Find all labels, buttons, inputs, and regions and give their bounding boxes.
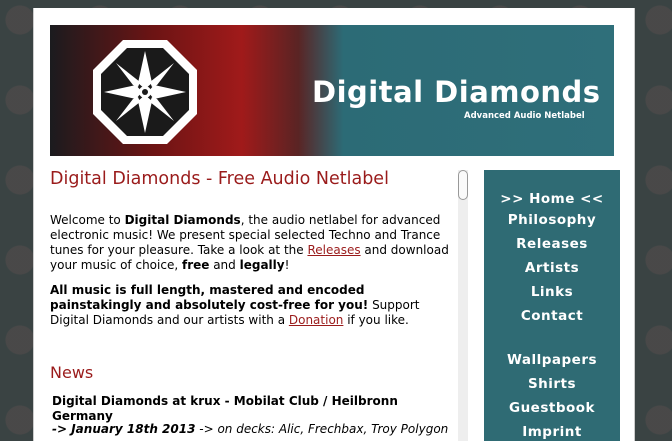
intro-bold-legally: legally bbox=[239, 258, 285, 272]
news-heading: News bbox=[50, 363, 94, 382]
releases-link[interactable]: Releases bbox=[307, 243, 360, 257]
news-item-title: Digital Diamonds at krux - Mobilat Club … bbox=[52, 394, 398, 423]
diamond-logo-icon bbox=[90, 37, 200, 147]
nav-item-links[interactable]: Links bbox=[484, 284, 620, 300]
nav-item-releases[interactable]: Releases bbox=[484, 236, 620, 252]
main-content: Digital Diamonds - Free Audio Netlabel W… bbox=[50, 168, 454, 441]
donation-link[interactable]: Donation bbox=[289, 313, 344, 327]
intro-text: and bbox=[209, 258, 240, 272]
nav-item-wallpapers[interactable]: Wallpapers bbox=[484, 352, 620, 368]
intro-text: Welcome to bbox=[50, 213, 125, 227]
intro-bold-free: free bbox=[181, 258, 210, 272]
support-paragraph: All music is full length, mastered and e… bbox=[50, 283, 454, 328]
intro-paragraph: Welcome to Digital Diamonds, the audio n… bbox=[50, 213, 454, 273]
site-subtitle: Advanced Audio Netlabel bbox=[464, 111, 585, 121]
scrollbar-thumb[interactable] bbox=[458, 170, 468, 200]
nav-item-contact[interactable]: Contact bbox=[484, 308, 620, 324]
page-title: Digital Diamonds - Free Audio Netlabel bbox=[50, 169, 389, 189]
support-text: if you like. bbox=[343, 313, 409, 327]
news-item-date: -> January 18th 2013 bbox=[52, 422, 196, 436]
news-item-lineup: -> on decks: Alic, Frechbax, Troy Polygo… bbox=[195, 422, 449, 436]
news-item-detail: -> January 18th 2013 -> on decks: Alic, … bbox=[52, 422, 448, 437]
header-banner[interactable]: Digital Diamonds Advanced Audio Netlabel bbox=[50, 25, 614, 156]
nav-item-guestbook[interactable]: Guestbook bbox=[484, 400, 620, 416]
nav-item-imprint[interactable]: Imprint bbox=[484, 424, 620, 440]
nav-item-shirts[interactable]: Shirts bbox=[484, 376, 620, 392]
nav-item-philosophy[interactable]: Philosophy bbox=[484, 212, 620, 228]
intro-text: ! bbox=[284, 258, 290, 272]
support-bold-text: All music is full length, mastered and e… bbox=[50, 283, 369, 312]
nav-item-home[interactable]: >> Home << bbox=[484, 191, 620, 207]
nav-item-artists[interactable]: Artists bbox=[484, 260, 620, 276]
intro-bold-name: Digital Diamonds bbox=[124, 213, 241, 227]
content-scrollbar[interactable] bbox=[458, 170, 468, 441]
site-title: Digital Diamonds bbox=[312, 75, 601, 109]
page-container: Digital Diamonds Advanced Audio Netlabel… bbox=[33, 8, 635, 441]
sidebar-nav: >> Home << Philosophy Releases Artists L… bbox=[484, 170, 620, 441]
